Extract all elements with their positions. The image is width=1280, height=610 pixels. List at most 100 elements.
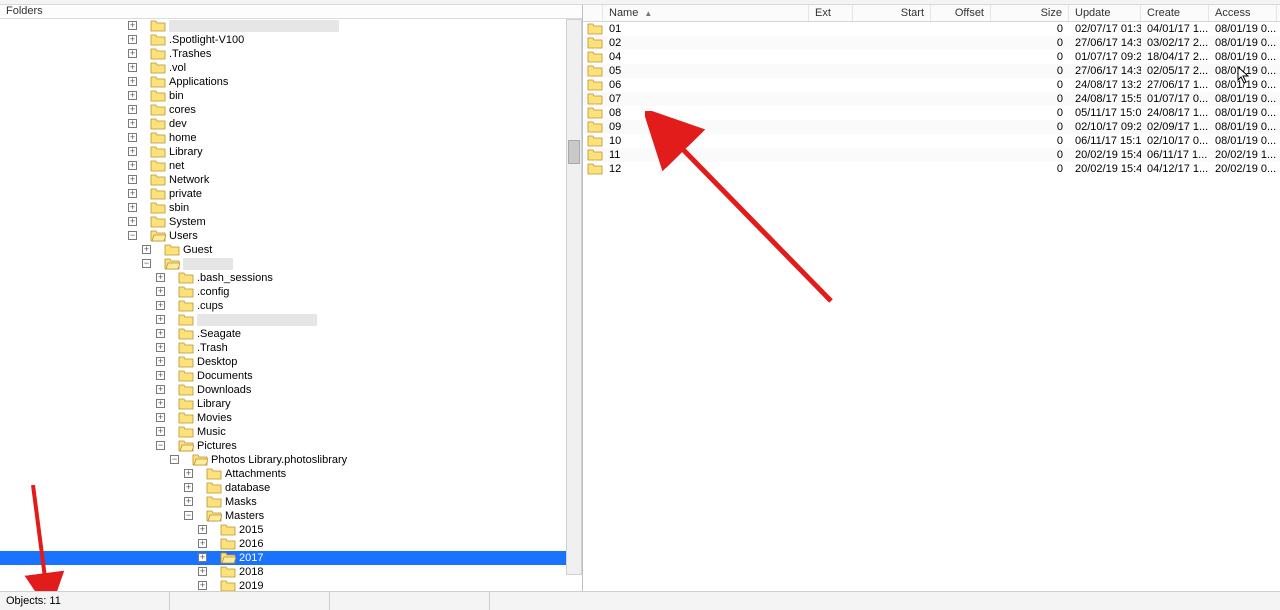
tree-row[interactable]: home: [0, 131, 566, 145]
expand-icon[interactable]: [128, 105, 137, 114]
expand-icon[interactable]: [198, 525, 207, 534]
tree-row[interactable]: .bash_sessions: [0, 271, 566, 285]
expand-icon[interactable]: [156, 287, 165, 296]
col-icon[interactable]: [583, 5, 603, 21]
tree-row[interactable]: 2017: [0, 551, 566, 565]
col-ext[interactable]: Ext: [809, 5, 853, 21]
expand-icon[interactable]: [128, 49, 137, 58]
expand-icon[interactable]: [198, 581, 207, 590]
collapse-icon[interactable]: [142, 259, 151, 268]
table-row[interactable]: 12020/02/19 15:4...04/12/17 1...20/02/19…: [583, 162, 1280, 176]
table-row[interactable]: 10006/11/17 15:1...02/10/17 0...08/01/19…: [583, 134, 1280, 148]
tree-row[interactable]: [0, 19, 566, 33]
tree-row[interactable]: cores: [0, 103, 566, 117]
collapse-icon[interactable]: [170, 455, 179, 464]
expand-icon[interactable]: [156, 343, 165, 352]
tree-row[interactable]: bin: [0, 89, 566, 103]
col-update[interactable]: Update: [1069, 5, 1141, 21]
tree-row[interactable]: 2018: [0, 565, 566, 579]
table-body[interactable]: 01002/07/17 01:3...04/01/17 1...08/01/19…: [583, 22, 1280, 591]
expand-icon[interactable]: [156, 427, 165, 436]
expand-icon[interactable]: [156, 385, 165, 394]
expand-icon[interactable]: [128, 35, 137, 44]
tree-row[interactable]: sbin: [0, 201, 566, 215]
table-row[interactable]: 09002/10/17 09:2...02/09/17 1...08/01/19…: [583, 120, 1280, 134]
tree-row[interactable]: Library: [0, 397, 566, 411]
expand-icon[interactable]: [128, 63, 137, 72]
tree-row[interactable]: [0, 257, 566, 271]
tree-row[interactable]: Masters: [0, 509, 566, 523]
expand-icon[interactable]: [184, 469, 193, 478]
expand-icon[interactable]: [156, 273, 165, 282]
tree-row[interactable]: database: [0, 481, 566, 495]
tree-row[interactable]: 2016: [0, 537, 566, 551]
tree-row[interactable]: .cups: [0, 299, 566, 313]
tree-row[interactable]: [0, 313, 566, 327]
tree-row[interactable]: .Spotlight-V100: [0, 33, 566, 47]
expand-icon[interactable]: [156, 357, 165, 366]
tree-row[interactable]: Photos Library.photoslibrary: [0, 453, 566, 467]
expand-icon[interactable]: [128, 91, 137, 100]
col-name[interactable]: Name ▲: [603, 5, 809, 21]
tree-row[interactable]: System: [0, 215, 566, 229]
table-row[interactable]: 06024/08/17 13:2...27/06/17 1...08/01/19…: [583, 78, 1280, 92]
folder-tree[interactable]: .Spotlight-V100 .Trashes .vol Applicatio…: [0, 19, 566, 591]
table-row[interactable]: 01002/07/17 01:3...04/01/17 1...08/01/19…: [583, 22, 1280, 36]
table-row[interactable]: 08005/11/17 15:0...24/08/17 1...08/01/19…: [583, 106, 1280, 120]
tree-row[interactable]: Masks: [0, 495, 566, 509]
expand-icon[interactable]: [128, 147, 137, 156]
tree-row[interactable]: .config: [0, 285, 566, 299]
expand-icon[interactable]: [198, 553, 207, 562]
expand-icon[interactable]: [198, 567, 207, 576]
expand-icon[interactable]: [198, 539, 207, 548]
collapse-icon[interactable]: [128, 231, 137, 240]
expand-icon[interactable]: [184, 483, 193, 492]
tree-row[interactable]: Applications: [0, 75, 566, 89]
table-row[interactable]: 02027/06/17 14:3...03/02/17 2...08/01/19…: [583, 36, 1280, 50]
tree-row[interactable]: Downloads: [0, 383, 566, 397]
expand-icon[interactable]: [184, 497, 193, 506]
expand-icon[interactable]: [128, 161, 137, 170]
col-size[interactable]: Size: [991, 5, 1069, 21]
tree-row[interactable]: .Trashes: [0, 47, 566, 61]
tree-row[interactable]: .Seagate: [0, 327, 566, 341]
expand-icon[interactable]: [128, 21, 137, 30]
expand-icon[interactable]: [156, 413, 165, 422]
expand-icon[interactable]: [128, 175, 137, 184]
tree-row[interactable]: Users: [0, 229, 566, 243]
expand-icon[interactable]: [156, 399, 165, 408]
expand-icon[interactable]: [156, 315, 165, 324]
tree-scrollbar-thumb[interactable]: [568, 140, 580, 164]
tree-row[interactable]: net: [0, 159, 566, 173]
expand-icon[interactable]: [128, 189, 137, 198]
collapse-icon[interactable]: [184, 511, 193, 520]
expand-icon[interactable]: [156, 371, 165, 380]
expand-icon[interactable]: [142, 245, 151, 254]
table-row[interactable]: 05027/06/17 14:3...02/05/17 2...08/01/19…: [583, 64, 1280, 78]
tree-row[interactable]: Movies: [0, 411, 566, 425]
tree-row[interactable]: Documents: [0, 369, 566, 383]
tree-row[interactable]: Network: [0, 173, 566, 187]
col-start[interactable]: Start: [853, 5, 931, 21]
table-row[interactable]: 04001/07/17 09:2...18/04/17 2...08/01/19…: [583, 50, 1280, 64]
tree-row[interactable]: 2019: [0, 579, 566, 591]
table-row[interactable]: 07024/08/17 15:5...01/07/17 0...08/01/19…: [583, 92, 1280, 106]
table-row[interactable]: 11020/02/19 15:4...06/11/17 1...20/02/19…: [583, 148, 1280, 162]
col-access[interactable]: Access: [1209, 5, 1277, 21]
expand-icon[interactable]: [128, 77, 137, 86]
expand-icon[interactable]: [128, 119, 137, 128]
col-create[interactable]: Create: [1141, 5, 1209, 21]
tree-row[interactable]: .vol: [0, 61, 566, 75]
expand-icon[interactable]: [128, 217, 137, 226]
tree-row[interactable]: Attachments: [0, 467, 566, 481]
tree-row[interactable]: 2015: [0, 523, 566, 537]
tree-row[interactable]: Desktop: [0, 355, 566, 369]
tree-row[interactable]: private: [0, 187, 566, 201]
tree-row[interactable]: dev: [0, 117, 566, 131]
expand-icon[interactable]: [128, 203, 137, 212]
tree-scrollbar-vertical[interactable]: [566, 19, 582, 575]
tree-row[interactable]: Library: [0, 145, 566, 159]
expand-icon[interactable]: [156, 329, 165, 338]
col-offset[interactable]: Offset: [931, 5, 991, 21]
tree-row[interactable]: .Trash: [0, 341, 566, 355]
